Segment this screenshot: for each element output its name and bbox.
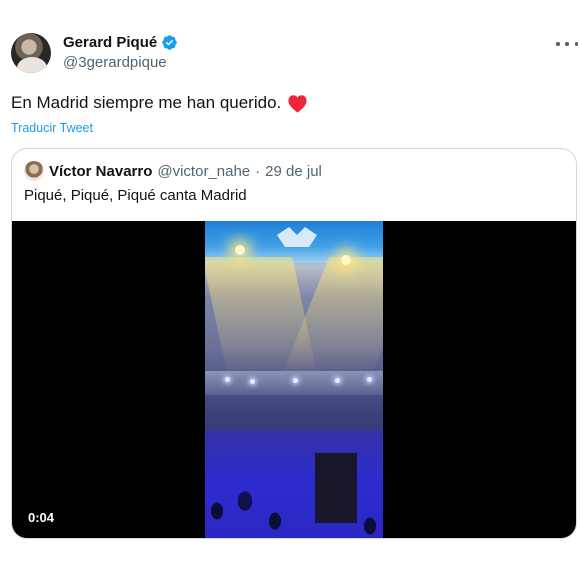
red-heart-emoji-icon xyxy=(288,94,307,113)
quoted-author-name[interactable]: Víctor Navarro xyxy=(49,163,152,180)
author-handle[interactable]: @3gerardpique xyxy=(63,54,178,71)
quoted-tweet-date[interactable]: 29 de jul xyxy=(265,163,322,180)
stage-light xyxy=(341,255,351,265)
quoted-author-avatar[interactable] xyxy=(24,161,44,181)
ceiling-lamp xyxy=(250,379,255,384)
quoted-tweet-header: Víctor Navarro @victor_nahe · 29 de jul xyxy=(24,161,322,181)
video-player[interactable]: 0:04 xyxy=(12,221,576,538)
ceiling-lamp xyxy=(293,378,298,383)
author-avatar[interactable] xyxy=(11,33,51,73)
ceiling-lamp xyxy=(225,377,230,382)
quoted-tweet[interactable]: Víctor Navarro @victor_nahe · 29 de jul … xyxy=(11,148,577,539)
stage-light xyxy=(235,245,245,255)
translate-tweet-link[interactable]: Traducir Tweet xyxy=(11,121,93,135)
ceiling-lamp xyxy=(335,378,340,383)
more-dot xyxy=(574,42,578,46)
author-info: Gerard Piqué @3gerardpique xyxy=(63,34,178,71)
quoted-author-handle[interactable]: @victor_nahe xyxy=(157,163,250,180)
balcony-ring xyxy=(205,371,383,395)
more-dot xyxy=(556,42,560,46)
video-duration: 0:04 xyxy=(28,510,55,525)
tweet: Gerard Piqué @3gerardpique En Madrid sie… xyxy=(0,0,580,580)
quoted-tweet-text: Piqué, Piqué, Piqué canta Madrid xyxy=(24,187,247,204)
video-frame xyxy=(205,221,383,538)
tweet-text-content: En Madrid siempre me han querido. xyxy=(11,93,282,112)
ceiling-lamp xyxy=(367,377,372,382)
speaker-box xyxy=(315,453,357,523)
verified-badge-icon xyxy=(162,35,177,50)
more-options-icon[interactable] xyxy=(556,36,578,52)
author-name[interactable]: Gerard Piqué xyxy=(63,34,157,51)
more-dot xyxy=(565,42,569,46)
author-name-row: Gerard Piqué xyxy=(63,34,178,51)
tweet-text: En Madrid siempre me han querido. xyxy=(11,93,308,113)
separator-dot: · xyxy=(255,162,261,180)
